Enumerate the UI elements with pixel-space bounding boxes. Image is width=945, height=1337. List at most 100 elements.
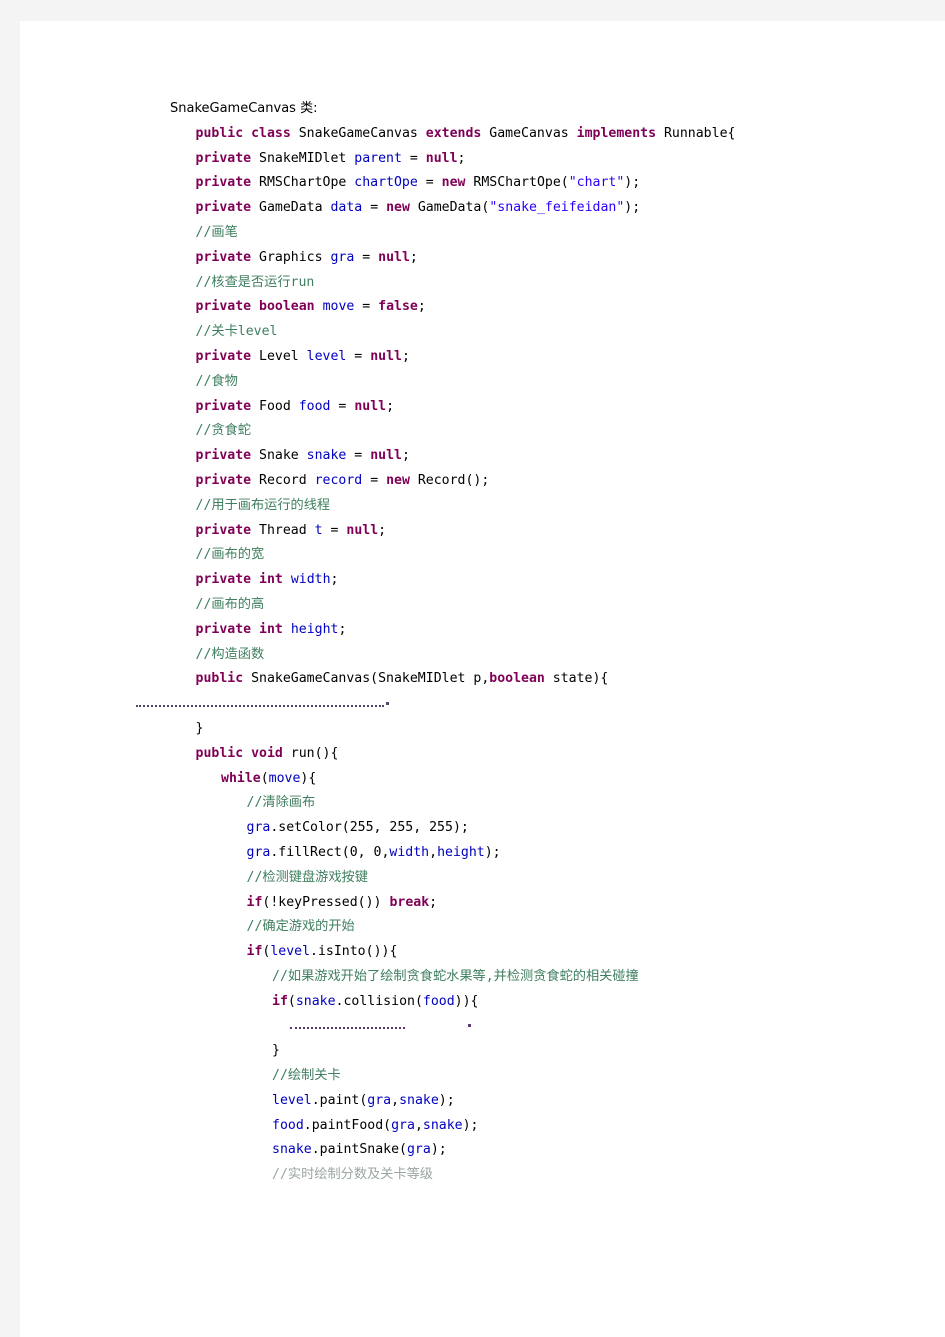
code-line: }	[20, 1039, 945, 1064]
code-token-str: "snake_feifeidan"	[489, 200, 625, 216]
dotted-rule	[290, 1021, 405, 1030]
code-token-cmt: //确定游戏的开始	[246, 919, 355, 935]
code-token-var: gra	[246, 844, 271, 860]
code-line: private RMSChartOpe chartOpe = new RMSCh…	[20, 171, 945, 196]
code-token-plain: Graphics	[251, 249, 331, 265]
code-token-var: gra	[367, 1092, 392, 1108]
code-token-cmt: //贪食蛇	[195, 423, 251, 439]
code-token-var: chartOpe	[354, 175, 418, 191]
code-token-plain: SnakeGameCanvas 类:	[170, 101, 318, 116]
code-token-plain: ;	[417, 299, 426, 315]
code-token-kw: new	[441, 175, 466, 191]
code-token-kw: while	[221, 770, 261, 786]
code-token-kw: private	[195, 249, 252, 265]
code-token-plain: Thread	[251, 522, 315, 538]
code-token-plain: ,	[414, 1117, 423, 1133]
code-token-var: gra	[391, 1117, 415, 1133]
code-line: //用于画布运行的线程	[20, 494, 945, 519]
code-token-plain: ;	[409, 249, 418, 265]
code-token-cmt: //绘制关卡	[272, 1068, 341, 1084]
code-token-plain: )){	[454, 993, 479, 1009]
code-token-var: level	[272, 1092, 312, 1108]
code-token-cmt: //画笔	[195, 224, 238, 240]
code-token-cmt: //食物	[195, 373, 238, 389]
code-token-kw: void	[251, 745, 283, 761]
code-token-var: parent	[354, 150, 402, 166]
code-token-plain: SnakeGameCanvas(SnakeMIDlet p,	[243, 671, 490, 687]
code-token-kw: null	[378, 249, 410, 265]
code-line: //如果游戏开始了绘制贪食蛇水果等,并检测贪食蛇的相关碰撞	[20, 965, 945, 990]
code-line: private Record record = new Record();	[20, 469, 945, 494]
code-separator	[20, 1014, 945, 1039]
code-listing: SnakeGameCanvas 类: public class SnakeGame…	[20, 21, 945, 1188]
code-token-kw: extends	[425, 125, 482, 141]
code-token-plain: }	[195, 720, 204, 736]
code-line: public class SnakeGameCanvas extends Gam…	[20, 122, 945, 147]
code-token-plain: =	[417, 175, 442, 191]
code-token-var: food	[272, 1117, 304, 1133]
code-token-plain: =	[330, 398, 355, 414]
code-token-plain: =	[354, 249, 379, 265]
code-token-var: snake	[272, 1142, 312, 1158]
page-gutter-left	[0, 0, 20, 1337]
code-token-var: gra	[246, 820, 271, 836]
code-line: public void run(){	[20, 742, 945, 767]
code-line: public SnakeGameCanvas(SnakeMIDlet p,boo…	[20, 667, 945, 692]
code-token-plain: ;	[338, 621, 347, 637]
code-token-kw: false	[378, 299, 418, 315]
code-token-plain: SnakeMIDlet	[251, 150, 355, 166]
code-token-kw: break	[389, 894, 430, 910]
code-token-kw: if	[272, 993, 288, 1009]
code-token-cmt: //清除画布	[246, 795, 316, 811]
code-line: if(level.isInto()){	[20, 940, 945, 965]
code-token-plain: );	[462, 1117, 479, 1133]
code-token-plain: RMSChartOpe	[251, 175, 355, 191]
code-line: //画布的宽	[20, 543, 945, 568]
code-token-kw: class	[251, 125, 291, 141]
code-token-var: snake	[306, 448, 347, 464]
listing-title: SnakeGameCanvas 类:	[20, 97, 945, 122]
code-token-kw: private	[195, 299, 252, 315]
code-line: //构造函数	[20, 643, 945, 668]
code-token-plain: =	[401, 150, 426, 166]
code-line: private Food food = null;	[20, 395, 945, 420]
code-token-var: gra	[406, 1142, 431, 1158]
code-line: private int height;	[20, 618, 945, 643]
code-token-plain: .paintSnake(	[311, 1142, 407, 1158]
code-token-plain: GameCanvas	[481, 125, 577, 141]
code-token-plain: =	[362, 472, 387, 488]
code-token-plain: GameData	[251, 200, 331, 216]
code-token-plain: ,	[391, 1092, 400, 1108]
code-line: //清除画布	[20, 791, 945, 816]
code-token-cmt: //用于画布运行的线程	[195, 497, 331, 513]
code-line: //食物	[20, 370, 945, 395]
code-token-plain: .paint(	[311, 1092, 368, 1108]
code-token-plain: );	[430, 1142, 447, 1158]
code-token-plain: =	[322, 522, 347, 538]
code-token-cmt: //如果游戏开始了绘制贪食蛇水果等,并检测贪食蛇的相关碰撞	[272, 968, 639, 984]
code-token-plain: }	[272, 1043, 280, 1059]
code-token-cmt: //核查是否运行run	[195, 274, 315, 290]
code-token-plain: SnakeGameCanvas	[290, 125, 426, 141]
code-line: snake.paintSnake(gra);	[20, 1138, 945, 1163]
code-line: gra.fillRect(0, 0,width,height);	[20, 841, 945, 866]
code-line: while(move){	[20, 767, 945, 792]
code-token-var: width	[290, 572, 331, 588]
code-token-var: food	[298, 398, 331, 414]
code-token-kw: boolean	[259, 299, 315, 315]
code-token-kw: private	[195, 150, 252, 166]
code-line: private Snake snake = null;	[20, 444, 945, 469]
code-token-plain: Runnable{	[656, 125, 736, 141]
code-token-kw: public	[195, 125, 244, 141]
code-token-plain: (	[287, 993, 296, 1009]
code-token-plain: GameData(	[409, 200, 490, 216]
code-token-plain: =	[362, 200, 387, 216]
code-line: //画笔	[20, 221, 945, 246]
code-token-plain: Snake	[251, 448, 307, 464]
code-token-kw: null	[425, 150, 458, 166]
code-token-plain: RMSChartOpe(	[465, 175, 569, 191]
